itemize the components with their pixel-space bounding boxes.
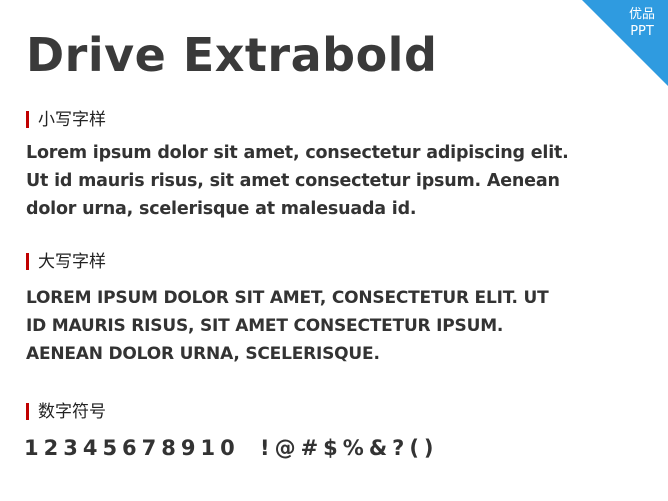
lowercase-label-text: 小写字样	[38, 110, 106, 130]
accent-bar	[26, 403, 29, 420]
lowercase-line-3: dolor urna, scelerisque at malesuada id.	[26, 199, 417, 219]
numbers-label-text: 数字符号	[38, 402, 106, 422]
badge-line-2: PPT	[630, 24, 654, 39]
uppercase-label-text: 大写字样	[38, 252, 106, 272]
symbols-sample: !@#$%&?()	[260, 436, 439, 460]
lowercase-section-label: 小写字样	[26, 109, 106, 131]
numbers-section-label: 数字符号	[26, 401, 106, 423]
brand-corner-badge[interactable]: 优品 PPT	[582, 0, 668, 86]
lowercase-line-1: Lorem ipsum dolor sit amet, consectetur …	[26, 143, 569, 163]
uppercase-section-label: 大写字样	[26, 251, 106, 273]
badge-line-1: 优品	[628, 7, 655, 22]
uppercase-sample: LOREM IPSUM DOLOR SIT AMET, CONSECTETUR …	[26, 284, 549, 368]
lowercase-sample: Lorem ipsum dolor sit amet, consectetur …	[26, 139, 569, 223]
digits-sample: 12345678910	[24, 436, 240, 460]
badge-text: 优品 PPT	[622, 6, 662, 40]
accent-bar	[26, 253, 29, 270]
uppercase-line-3: AENEAN DOLOR URNA, SCELERISQUE.	[26, 344, 380, 364]
uppercase-line-2: ID MAURIS RISUS, SIT AMET CONSECTETUR IP…	[26, 316, 504, 336]
accent-bar	[26, 111, 29, 128]
uppercase-line-1: LOREM IPSUM DOLOR SIT AMET, CONSECTETUR …	[26, 288, 549, 308]
lowercase-line-2: Ut id mauris risus, sit amet consectetur…	[26, 171, 560, 191]
font-title: Drive Extrabold	[26, 28, 438, 82]
